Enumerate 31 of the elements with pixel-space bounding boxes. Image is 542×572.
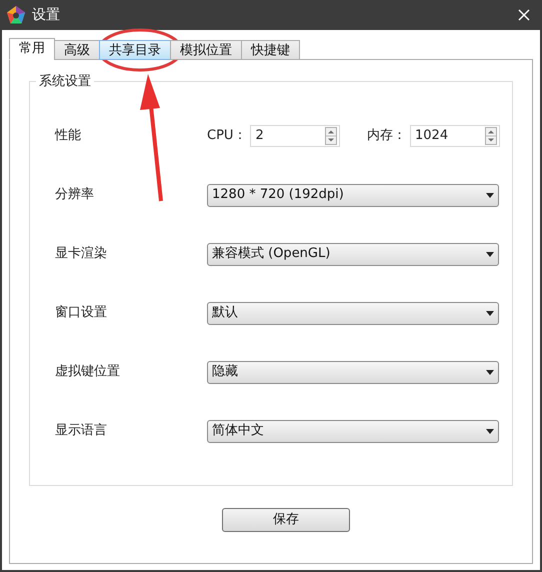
caret-icon bbox=[486, 192, 494, 198]
tab[interactable]: 高级 bbox=[54, 40, 100, 60]
dropdown[interactable]: 1280 * 720 (192dpi) bbox=[207, 184, 499, 206]
tab[interactable]: 常用 bbox=[9, 38, 55, 60]
tab[interactable]: 共享目录 bbox=[99, 40, 171, 60]
spinner-arrows-icon[interactable] bbox=[485, 127, 497, 145]
caret-icon bbox=[486, 310, 494, 316]
spinner-arrows-icon[interactable] bbox=[325, 127, 338, 145]
tab[interactable]: 模拟位置 bbox=[170, 40, 242, 60]
app-logo-icon bbox=[6, 5, 26, 25]
setting-label: 虚拟键位置 bbox=[55, 363, 121, 382]
dropdown[interactable]: 简体中文 bbox=[207, 420, 499, 442]
dropdown[interactable]: 隐藏 bbox=[207, 360, 499, 384]
field-label: CPU： bbox=[207, 127, 246, 146]
tab[interactable]: 快捷键 bbox=[241, 40, 300, 60]
number-field[interactable]: 2 bbox=[250, 125, 340, 147]
setting-label: 分辨率 bbox=[55, 186, 95, 204]
caret-icon bbox=[486, 428, 494, 434]
caret-icon bbox=[486, 370, 494, 374]
setting-label: 显示语言 bbox=[55, 422, 108, 440]
dropdown[interactable]: 默认 bbox=[207, 302, 499, 324]
setting-label: 性能 bbox=[55, 127, 82, 146]
dropdown[interactable]: 兼容模式 (OpenGL) bbox=[207, 242, 499, 266]
number-field[interactable]: 1024 bbox=[410, 125, 500, 147]
field-label: 内存： bbox=[367, 127, 406, 146]
close-icon[interactable] bbox=[518, 9, 530, 21]
caret-icon bbox=[486, 252, 494, 256]
setting-label: 窗口设置 bbox=[55, 304, 108, 322]
save-button[interactable]: 保存 bbox=[222, 508, 350, 532]
window-title: 设置 bbox=[32, 6, 60, 24]
setting-label: 显卡渲染 bbox=[55, 245, 108, 264]
